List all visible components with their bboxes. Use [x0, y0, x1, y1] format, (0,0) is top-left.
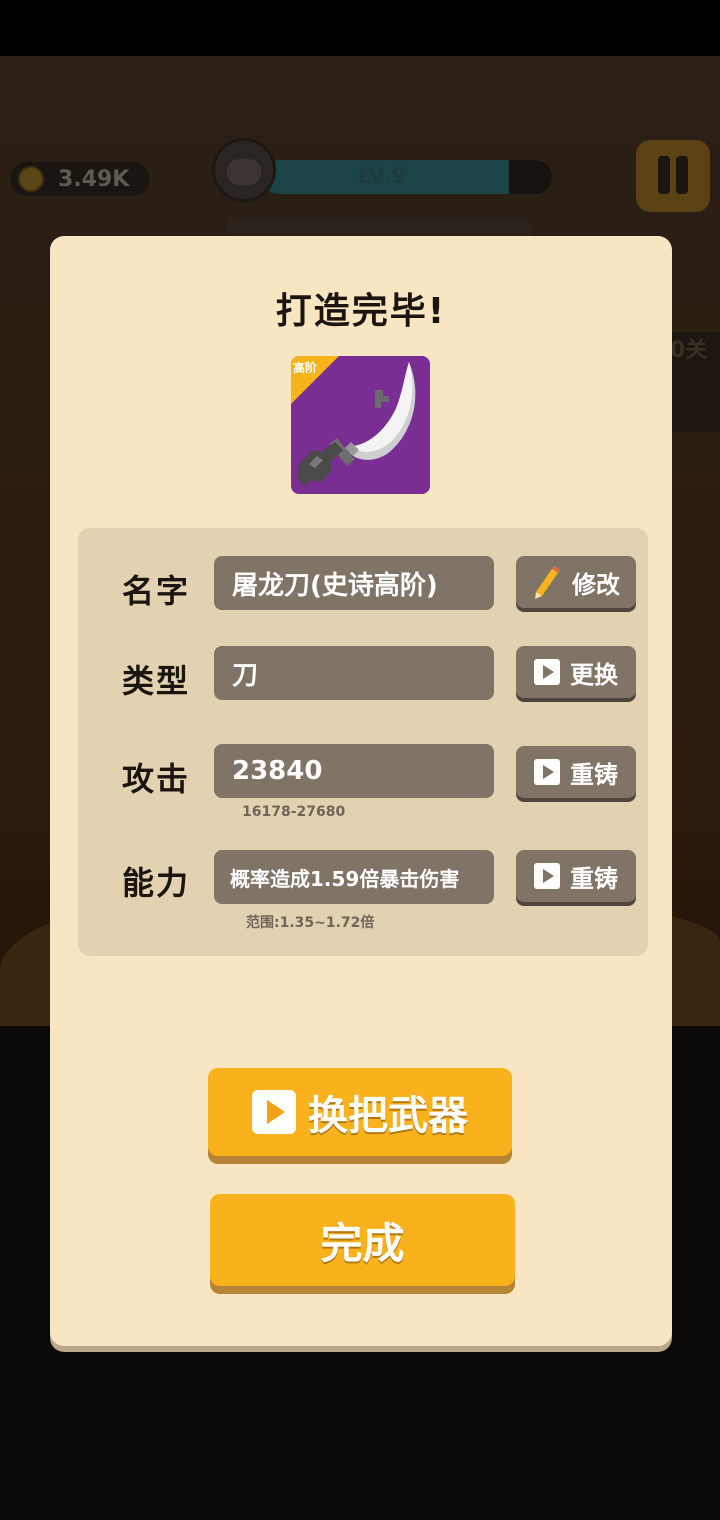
change-type-label: 更换 [570, 660, 618, 689]
swap-weapon-button[interactable]: 换把武器 [208, 1068, 512, 1156]
reforge-attack-label: 重铸 [570, 760, 618, 789]
ability-label: 能力 [122, 864, 191, 902]
name-label: 名字 [122, 572, 191, 610]
tier-badge-label: 高阶 [292, 360, 318, 376]
reforge-attack-button[interactable]: 重铸 [516, 746, 636, 798]
coin-amount: 3.49K [58, 166, 130, 192]
stage-side-tag: 0关 [670, 332, 720, 432]
forge-complete-dialog: 打造完毕! 高阶 名字 屠龙刀(史诗高阶) 修改 类型 刀 更换 攻击 2384… [50, 236, 672, 1346]
weapon-card: 高阶 [291, 356, 430, 494]
video-play-icon [534, 759, 560, 785]
video-play-icon [534, 863, 560, 889]
level-label: LV.9 [357, 164, 407, 189]
reforge-ability-label: 重铸 [570, 864, 618, 893]
player-avatar[interactable] [212, 138, 276, 202]
attack-label: 攻击 [122, 760, 191, 798]
done-button[interactable]: 完成 [210, 1194, 515, 1286]
done-label: 完成 [320, 1218, 405, 1268]
change-type-button[interactable]: 更换 [516, 646, 636, 698]
coin-counter: 3.49K [10, 162, 150, 196]
type-label: 类型 [122, 662, 191, 700]
attack-range: 16178-27680 [242, 804, 346, 820]
bottom-area [0, 1350, 720, 1520]
ability-range: 范围:1.35~1.72倍 [246, 915, 375, 931]
weapon-info-panel: 名字 屠龙刀(史诗高阶) 修改 类型 刀 更换 攻击 23840 16178-2… [78, 528, 648, 956]
edit-name-label: 修改 [572, 570, 620, 599]
pause-button[interactable] [636, 140, 710, 212]
weapon-name-field: 屠龙刀(史诗高阶) [214, 556, 494, 610]
pencil-icon [535, 566, 560, 599]
video-play-icon [252, 1090, 296, 1134]
weapon-type-field: 刀 [214, 646, 494, 700]
video-play-icon [534, 659, 560, 685]
reforge-ability-button[interactable]: 重铸 [516, 850, 636, 902]
level-progress-bar: LV.9 [262, 160, 552, 194]
swap-weapon-label: 换把武器 [308, 1093, 468, 1139]
stage-side-label: 0关 [670, 338, 708, 363]
status-bar-area [0, 0, 720, 56]
ability-value-field: 概率造成1.59倍暴击伤害 [214, 850, 494, 904]
pause-icon [658, 156, 670, 194]
coin-icon [18, 166, 44, 192]
dialog-title: 打造完毕! [275, 291, 447, 332]
avatar-face-icon [227, 159, 261, 185]
attack-value-field: 23840 [214, 744, 494, 798]
edit-name-button[interactable]: 修改 [516, 556, 636, 608]
